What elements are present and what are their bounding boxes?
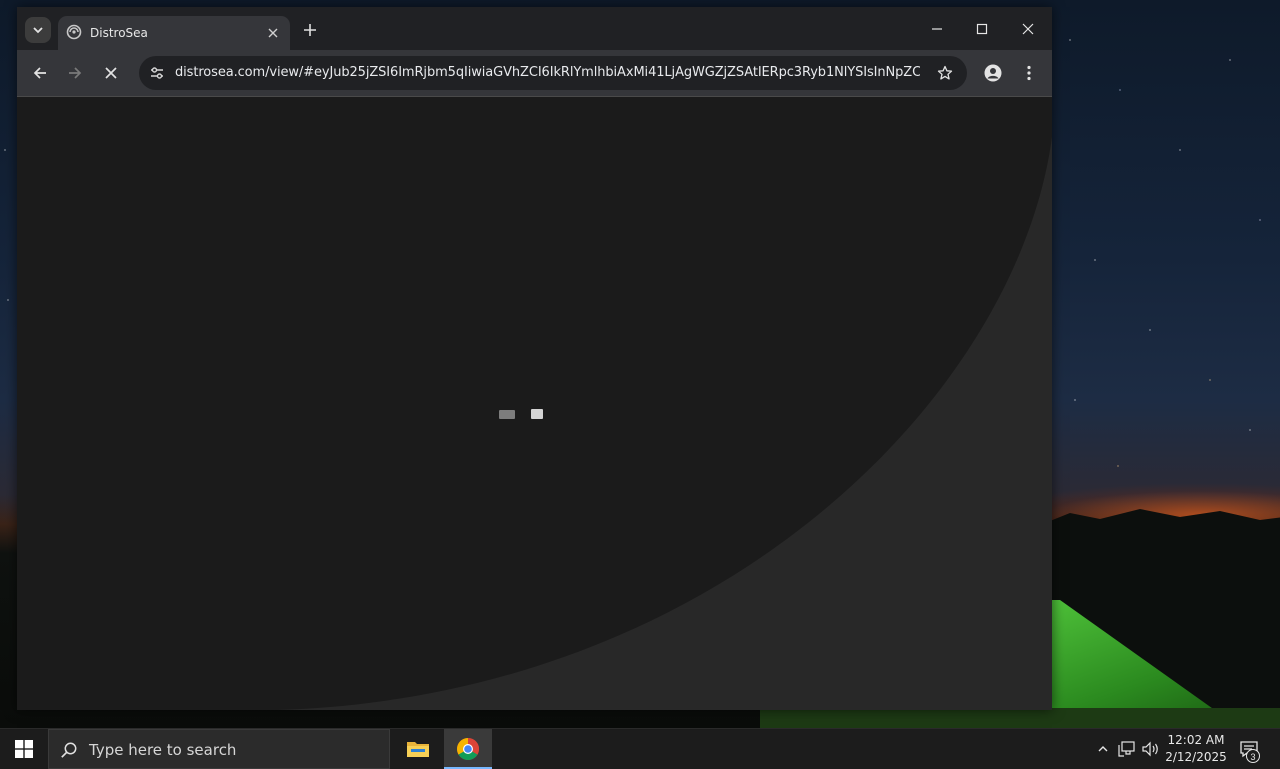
close-icon [1022,23,1034,35]
back-button[interactable] [26,59,54,87]
network-button[interactable] [1117,739,1137,759]
tab-close-button[interactable] [264,24,282,42]
folder-icon [407,742,429,757]
person-icon [984,64,1002,82]
chevron-up-icon [1098,746,1108,752]
star-icon [937,65,953,80]
page-viewport[interactable] [17,97,1052,710]
speaker-icon [1142,741,1158,757]
minimize-icon [932,28,942,30]
stop-loading-button[interactable] [97,59,125,87]
tab-search-button[interactable] [25,17,51,43]
chevron-down-icon [33,27,43,34]
menu-button[interactable] [1015,59,1043,87]
site-info-button[interactable] [145,61,169,85]
search-icon [59,740,79,760]
windows-icon [15,740,33,758]
clock-date: 2/12/2025 [1165,750,1227,764]
close-icon [268,28,278,38]
maximize-button[interactable] [967,15,997,43]
background-curve [277,137,1052,710]
forward-button[interactable] [61,59,89,87]
minimize-button[interactable] [922,15,952,43]
clock-time: 12:02 AM [1167,733,1225,747]
maximize-icon [976,23,988,35]
tune-icon [151,67,163,79]
ground [760,708,1280,728]
chrome-taskbar-button[interactable] [444,729,492,769]
more-vert-icon [1027,65,1031,81]
window-close-button[interactable] [1013,15,1043,43]
taskbar-search-box[interactable]: Type here to search [48,729,390,769]
bookmark-button[interactable] [933,61,957,85]
arrow-right-icon [69,67,82,79]
loading-indicator-bar-1 [499,410,515,419]
url-text[interactable]: distrosea.com/view/#eyJub25jZSI6ImRjbm5q… [175,65,920,83]
chrome-icon [457,738,479,760]
arrow-left-icon [33,67,46,79]
new-tab-button[interactable] [300,20,320,40]
loading-indicator-bar-2 [531,409,543,419]
show-hidden-icons-button[interactable] [1093,739,1113,759]
search-placeholder: Type here to search [89,741,237,759]
plus-icon [304,24,316,36]
network-icon [1118,741,1135,757]
taskbar: Type here to search 12:02 AM 2/12/2025 3 [0,728,1280,769]
system-clock[interactable]: 12:02 AM 2/12/2025 [1163,732,1229,766]
tab-title: DistroSea [90,26,148,40]
browser-toolbar: distrosea.com/view/#eyJub25jZSI6ImRjbm5q… [17,50,1052,97]
tab-distrosea[interactable]: DistroSea [58,16,290,50]
address-bar[interactable]: distrosea.com/view/#eyJub25jZSI6ImRjbm5q… [139,56,967,90]
volume-button[interactable] [1141,739,1161,759]
profile-button[interactable] [979,59,1007,87]
browser-window: DistroSea distrosea.com/view/#eyJub25jZS… [17,7,1052,710]
notification-count-badge: 3 [1246,749,1260,763]
browser-titlebar: DistroSea [17,7,1052,50]
distrosea-icon [66,24,82,40]
close-icon [105,67,117,79]
file-explorer-button[interactable] [394,729,442,769]
start-button[interactable] [0,729,48,769]
